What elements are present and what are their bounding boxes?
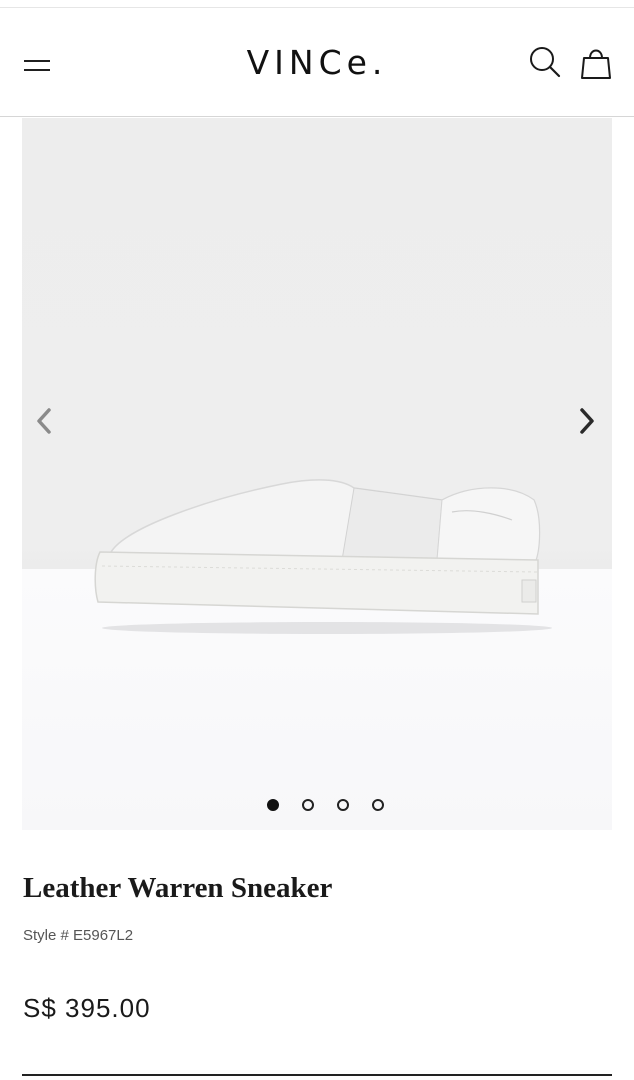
search-button[interactable] [528,45,562,79]
brand-logo[interactable]: VINCe. [200,43,434,83]
carousel-dot-3[interactable] [336,799,349,811]
product-image-carousel[interactable] [22,118,612,830]
carousel-pagination [22,799,612,813]
status-bar-edge [0,0,634,8]
menu-button[interactable] [22,53,52,79]
carousel-dot-1[interactable] [266,799,279,811]
product-title: Leather Warren Sneaker [23,872,333,904]
product-image-sneaker [94,479,552,634]
product-style-number: Style # E5967L2 [23,927,134,944]
hamburger-menu-icon-bar [24,69,50,71]
previous-image-button[interactable] [30,403,60,439]
next-image-button[interactable] [573,403,603,439]
carousel-dot-4[interactable] [371,799,384,811]
shopping-bag-icon [581,49,611,79]
section-divider [22,1074,612,1076]
chevron-left-icon [37,408,51,434]
site-header: VINCe. [0,9,634,117]
product-price: S$ 395.00 [23,993,151,1023]
hamburger-menu-icon [24,60,50,62]
chevron-right-icon [580,408,594,434]
shopping-bag-button[interactable] [580,44,612,80]
carousel-dot-2[interactable] [301,799,314,811]
search-icon [530,47,561,78]
